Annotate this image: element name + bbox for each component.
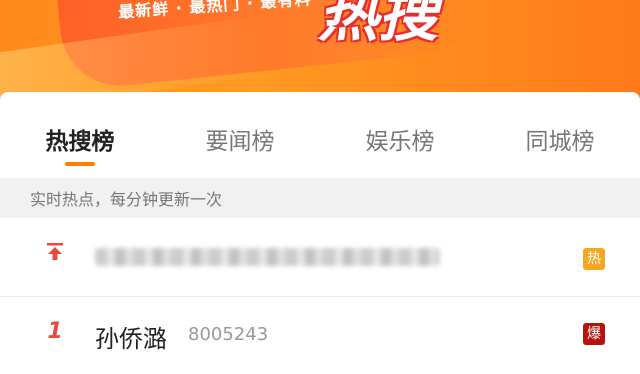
- tab-bar: 热搜榜 要闻榜 娱乐榜 同城榜: [0, 112, 640, 172]
- active-tab-indicator: [65, 162, 95, 166]
- update-info-text: 实时热点，每分钟更新一次: [30, 190, 223, 209]
- pin-top-icon: [40, 240, 70, 268]
- tab-hot-search[interactable]: 热搜榜: [10, 112, 150, 166]
- tab-label: 热搜榜: [45, 129, 115, 155]
- blurred-title: [95, 248, 440, 266]
- item-title: 孙侨潞: [95, 325, 167, 353]
- tab-local[interactable]: 同城榜: [490, 112, 630, 156]
- tab-label: 同城榜: [525, 129, 595, 155]
- tab-news[interactable]: 要闻榜: [170, 112, 310, 156]
- hot-search-banner: 最新鲜 · 最热门 · 最有料 热搜: [0, 0, 640, 100]
- tab-label: 要闻榜: [205, 129, 275, 155]
- list-item-pinned[interactable]: 热: [0, 218, 640, 296]
- banner-logo: 热搜: [318, 0, 438, 50]
- tab-entertainment[interactable]: 娱乐榜: [330, 112, 470, 156]
- tab-label: 娱乐榜: [365, 129, 435, 155]
- search-count: 8005243: [188, 324, 269, 345]
- explosive-badge: 爆: [583, 323, 605, 345]
- hot-badge: 热: [583, 248, 605, 270]
- banner-bottom-edge: [0, 92, 640, 100]
- list-item[interactable]: 1 孙侨潞 8005243 爆: [0, 296, 640, 374]
- update-info-bar: 实时热点，每分钟更新一次: [0, 178, 640, 218]
- rank-number: 1: [47, 319, 63, 344]
